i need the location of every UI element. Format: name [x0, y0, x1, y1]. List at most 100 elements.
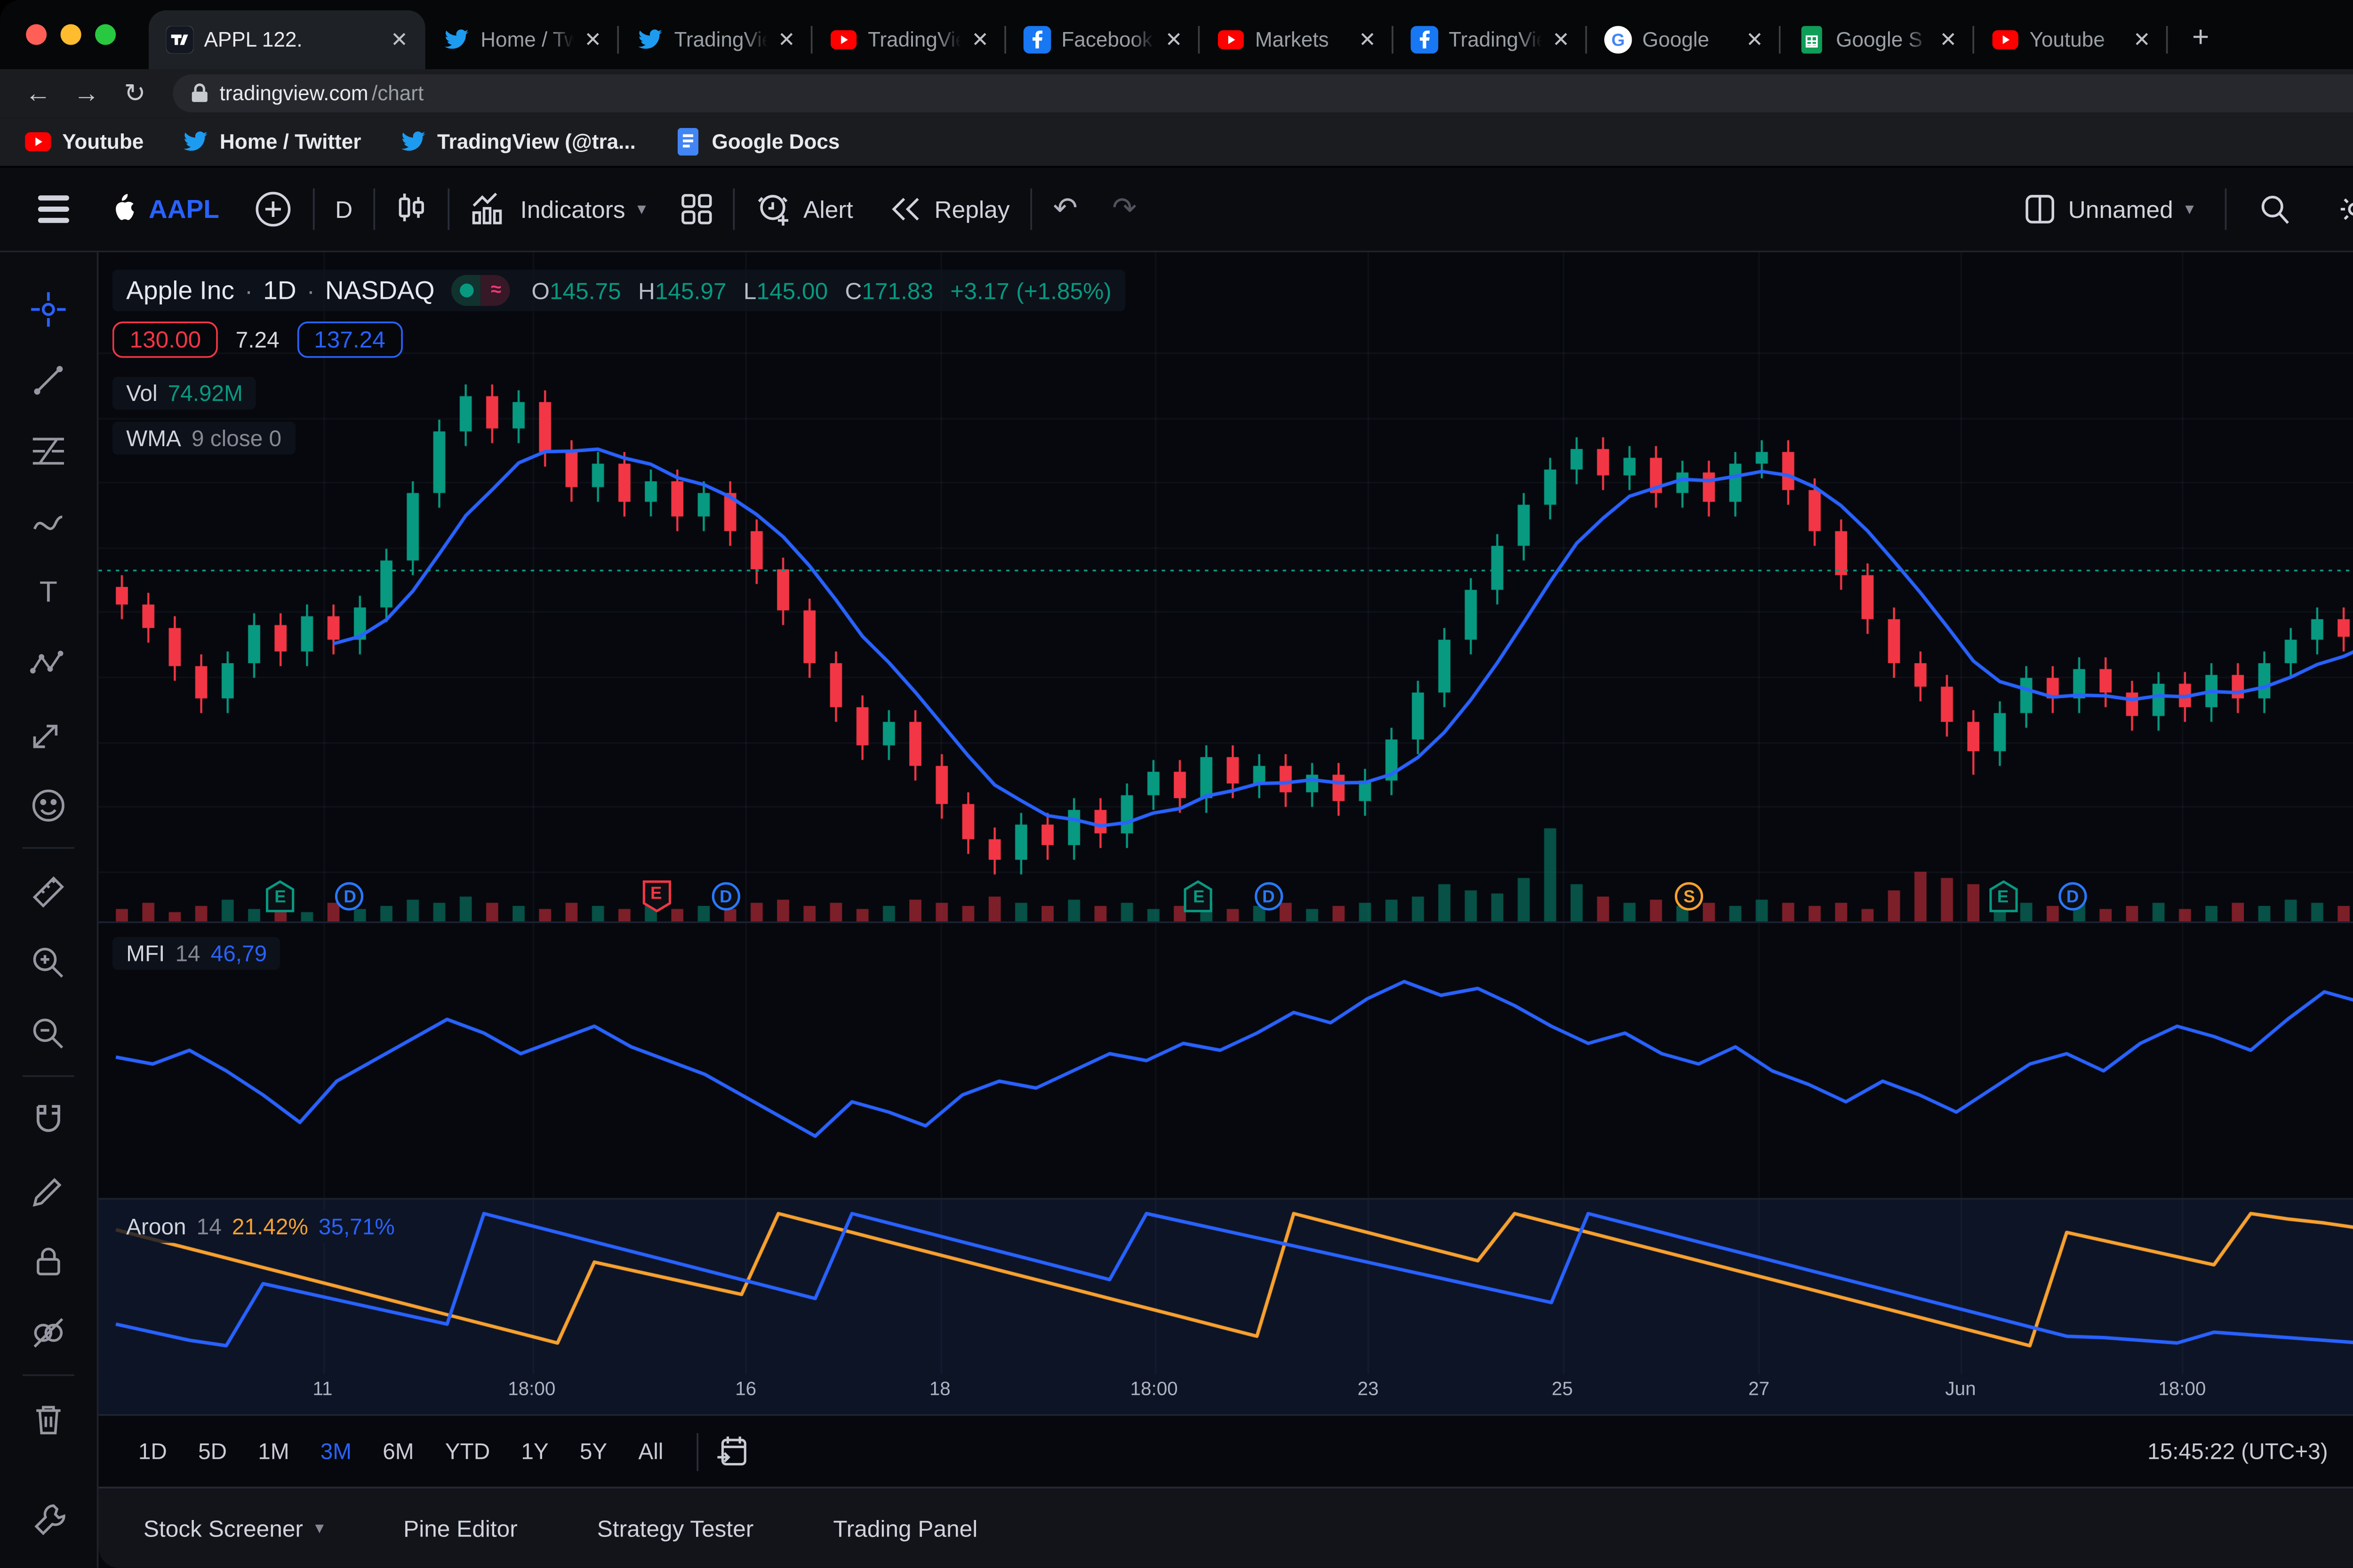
reload-button[interactable]: ↻ [114, 78, 155, 109]
aroon-pane[interactable]: Aroon1421.42%35,71% [98, 1200, 2353, 1374]
bookmark-item[interactable]: TradingView (@tra... [399, 128, 636, 156]
range-button-1y[interactable]: 1Y [505, 1432, 564, 1471]
wma-legend[interactable]: WMA9 close 0 [112, 422, 296, 455]
undo-button[interactable]: ↶ [1036, 192, 1095, 226]
tab-close-icon[interactable]: ✕ [1939, 28, 1957, 52]
forecast-tool[interactable] [16, 698, 81, 769]
bookmark-item[interactable]: Home / Twitter [182, 128, 361, 156]
indicators-button[interactable]: Indicators ▾ [453, 192, 663, 226]
remove-drawings-tool[interactable] [16, 1383, 81, 1454]
browser-tab[interactable]: TradingVie✕ [1393, 10, 1587, 69]
range-button-6m[interactable]: 6M [367, 1432, 429, 1471]
forward-button[interactable]: → [66, 79, 107, 108]
range-button-1d[interactable]: 1D [123, 1432, 183, 1471]
range-button-3m[interactable]: 3M [305, 1432, 367, 1471]
back-button[interactable]: ← [17, 79, 59, 108]
minimize-window-button[interactable] [61, 24, 81, 45]
tab-close-icon[interactable]: ✕ [1553, 28, 1570, 52]
browser-tab[interactable]: Google S✕ [1781, 10, 1974, 69]
earnings-marker[interactable]: E [1988, 880, 2017, 913]
range-button-5d[interactable]: 5D [183, 1432, 242, 1471]
time-axis[interactable]: 1118:00161818:00232527Jun18:006 [98, 1374, 2353, 1414]
address-bar[interactable]: tradingview.com/chart [173, 74, 2353, 112]
panel-tab-trading-panel[interactable]: Trading Panel [833, 1515, 977, 1541]
earnings-marker[interactable]: E [265, 880, 295, 913]
candlestick-chart[interactable] [98, 252, 2353, 921]
split-marker[interactable]: S [1674, 880, 1704, 913]
tab-close-icon[interactable]: ✕ [778, 28, 795, 52]
dividend-marker[interactable]: D [2058, 880, 2087, 913]
tab-close-icon[interactable]: ✕ [2133, 28, 2151, 52]
browser-tab[interactable]: APPL 122.✕ [149, 10, 425, 69]
clock[interactable]: 15:45:22 (UTC+3) [2147, 1438, 2328, 1464]
price-pane[interactable]: Apple Inc · 1D · NASDAQ ≈ O145.75 H145.9… [98, 252, 2353, 923]
symbol-search-button[interactable]: AAPL [90, 192, 237, 226]
mfi-pane[interactable]: MFI1446,79 [98, 923, 2353, 1200]
range-button-5y[interactable]: 5Y [564, 1432, 623, 1471]
range-button-1m[interactable]: 1M [242, 1432, 304, 1471]
tab-close-icon[interactable]: ✕ [971, 28, 989, 52]
browser-tab[interactable]: TradingVie✕ [813, 10, 1006, 69]
mfi-chart[interactable] [98, 923, 2353, 1198]
tab-close-icon[interactable]: ✕ [391, 28, 408, 52]
limit-price-label[interactable]: 137.24 [296, 321, 402, 358]
browser-tab[interactable]: Facebook✕ [1006, 10, 1200, 69]
bookmark-item[interactable]: Youtube [24, 128, 144, 156]
fib-retracement-tool[interactable] [16, 415, 81, 486]
trend-line-tool[interactable] [16, 344, 81, 415]
browser-tab[interactable]: Markets✕ [1200, 10, 1393, 69]
browser-tab[interactable]: TradingVie✕ [619, 10, 812, 69]
aroon-chart[interactable] [98, 1200, 2353, 1374]
tab-close-icon[interactable]: ✕ [1165, 28, 1183, 52]
alert-button[interactable]: Alert [737, 191, 870, 227]
lock-drawings-tool[interactable] [16, 1225, 81, 1296]
pattern-tool[interactable] [16, 627, 81, 698]
panel-tab-strategy-tester[interactable]: Strategy Tester [597, 1515, 754, 1541]
dividend-marker[interactable]: D [711, 880, 740, 913]
drawing-tools-settings[interactable] [16, 1483, 82, 1554]
panel-tab-pine-editor[interactable]: Pine Editor [403, 1515, 518, 1541]
market-status-icons[interactable]: ≈ [452, 275, 511, 306]
interval-button[interactable]: D [318, 195, 370, 223]
main-menu-button[interactable] [21, 195, 90, 223]
earnings-marker[interactable]: E [641, 880, 671, 913]
range-button-all[interactable]: All [623, 1432, 679, 1471]
panel-tab-stock-screener[interactable]: Stock Screener▾ [144, 1515, 324, 1541]
brush-tool[interactable] [16, 486, 81, 557]
stop-price-label[interactable]: 130.00 [112, 321, 218, 358]
close-window-button[interactable] [26, 24, 47, 45]
hide-drawings-tool[interactable] [16, 1296, 81, 1368]
zoom-out-tool[interactable] [16, 998, 81, 1069]
tab-close-icon[interactable]: ✕ [584, 28, 601, 52]
manage-layouts-button[interactable]: Unnamed ▾ [2008, 193, 2211, 224]
earnings-marker[interactable]: E [1184, 880, 1213, 913]
dividend-marker[interactable]: D [1254, 880, 1283, 913]
zoom-in-tool[interactable] [16, 927, 81, 998]
emoji-tool[interactable] [16, 769, 81, 840]
browser-tab[interactable]: Home / Tw✕ [425, 10, 619, 69]
text-tool[interactable]: T [16, 557, 81, 628]
new-tab-button[interactable]: + [2192, 21, 2209, 55]
edit-tool[interactable] [16, 1155, 81, 1226]
chart-style-button[interactable] [378, 190, 444, 228]
volume-legend[interactable]: Vol74.92M [112, 377, 257, 410]
chart-settings-button[interactable] [2320, 192, 2353, 226]
replay-button[interactable]: Replay [871, 193, 1027, 224]
range-button-ytd[interactable]: YTD [430, 1432, 506, 1471]
go-to-date-button[interactable] [715, 1434, 750, 1468]
quick-search-button[interactable] [2241, 192, 2310, 226]
dividend-marker[interactable]: D [335, 880, 364, 913]
compare-symbol-button[interactable] [237, 190, 309, 228]
bookmark-item[interactable]: Google Docs [674, 128, 840, 156]
layout-templates-button[interactable] [664, 193, 729, 224]
redo-button[interactable]: ↷ [1095, 192, 1154, 226]
legend-row-symbol[interactable]: Apple Inc · 1D · NASDAQ ≈ O145.75 H145.9… [112, 270, 1125, 311]
crosshair-tool[interactable] [16, 273, 81, 344]
aroon-legend[interactable]: Aroon1421.42%35,71% [112, 1210, 408, 1243]
tab-close-icon[interactable]: ✕ [1359, 28, 1376, 52]
tab-close-icon[interactable]: ✕ [1746, 28, 1763, 52]
mfi-legend[interactable]: MFI1446,79 [112, 937, 281, 970]
zoom-window-button[interactable] [95, 24, 116, 45]
browser-tab[interactable]: GGoogle✕ [1587, 10, 1780, 69]
measure-tool[interactable] [16, 856, 81, 927]
